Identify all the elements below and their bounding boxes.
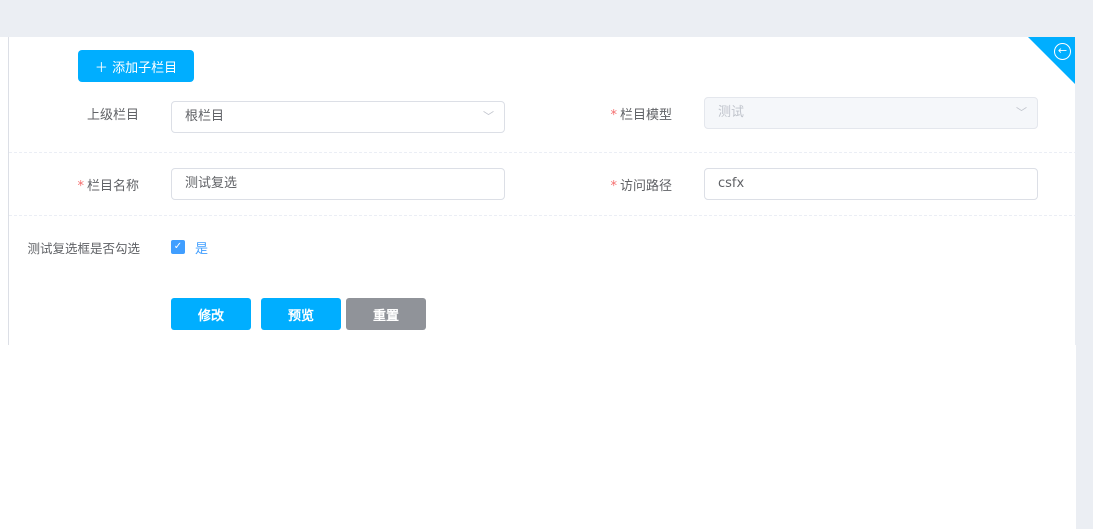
model-select: 测试 ﹀ xyxy=(704,97,1038,129)
path-label: * 访问路径 xyxy=(610,179,672,194)
top-bar xyxy=(0,0,1093,37)
reset-button[interactable]: 重置 xyxy=(346,298,426,330)
divider xyxy=(9,215,1077,216)
name-input[interactable]: 测试复选 xyxy=(171,168,505,200)
checkbox-field-label: 测试复选框是否勾选 xyxy=(27,241,140,256)
plus-icon: ＋ xyxy=(94,60,108,76)
parent-label: 上级栏目 xyxy=(86,108,139,123)
checkbox-checked-icon[interactable]: ✓ xyxy=(171,240,185,254)
divider xyxy=(9,152,1077,153)
form-panel: ← ＋ 添加子栏目 上级栏目 根栏目 ﹀ * 栏目模型 测试 ﹀ * 栏目名称 测试复选… xyxy=(8,37,1077,345)
scrollbar-track[interactable] xyxy=(1076,37,1093,529)
name-label: * 栏目名称 xyxy=(77,179,139,194)
path-input[interactable]: csfx xyxy=(704,168,1038,200)
back-arrow-icon[interactable]: ← xyxy=(1054,43,1071,60)
chevron-down-icon: ﹀ xyxy=(1016,106,1027,119)
preview-button[interactable]: 预览 xyxy=(261,298,341,330)
model-label: * 栏目模型 xyxy=(610,108,672,123)
parent-select[interactable]: 根栏目 ﹀ xyxy=(171,101,505,133)
chevron-down-icon: ﹀ xyxy=(483,110,494,123)
checkbox-option-label[interactable]: 是 xyxy=(195,238,208,257)
add-subcategory-button[interactable]: ＋ 添加子栏目 xyxy=(78,50,194,82)
modify-button[interactable]: 修改 xyxy=(171,298,251,330)
